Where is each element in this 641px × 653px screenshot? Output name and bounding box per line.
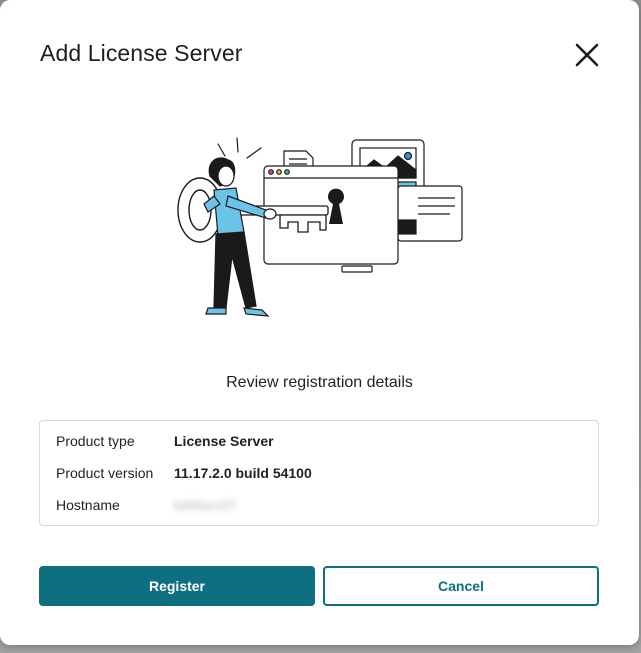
registration-details-panel: Product type License Server Product vers… <box>39 420 599 526</box>
add-license-server-dialog: Add License Server Review registration d… <box>0 0 639 645</box>
detail-value: 11.17.2.0 build 54100 <box>174 465 312 481</box>
close-icon <box>575 43 599 67</box>
register-button[interactable]: Register <box>39 566 315 606</box>
detail-label: Hostname <box>56 497 120 513</box>
detail-label: Product version <box>56 465 154 481</box>
detail-value-hostname: lsbldsrv07 <box>174 497 238 513</box>
detail-label: Product type <box>56 433 135 449</box>
cancel-button[interactable]: Cancel <box>323 566 599 606</box>
review-subtitle: Review registration details <box>226 374 413 391</box>
person-key-browser-illustration <box>177 137 463 317</box>
dialog-title: Add License Server <box>40 40 243 66</box>
detail-value: License Server <box>174 433 274 449</box>
close-button[interactable] <box>571 39 603 71</box>
